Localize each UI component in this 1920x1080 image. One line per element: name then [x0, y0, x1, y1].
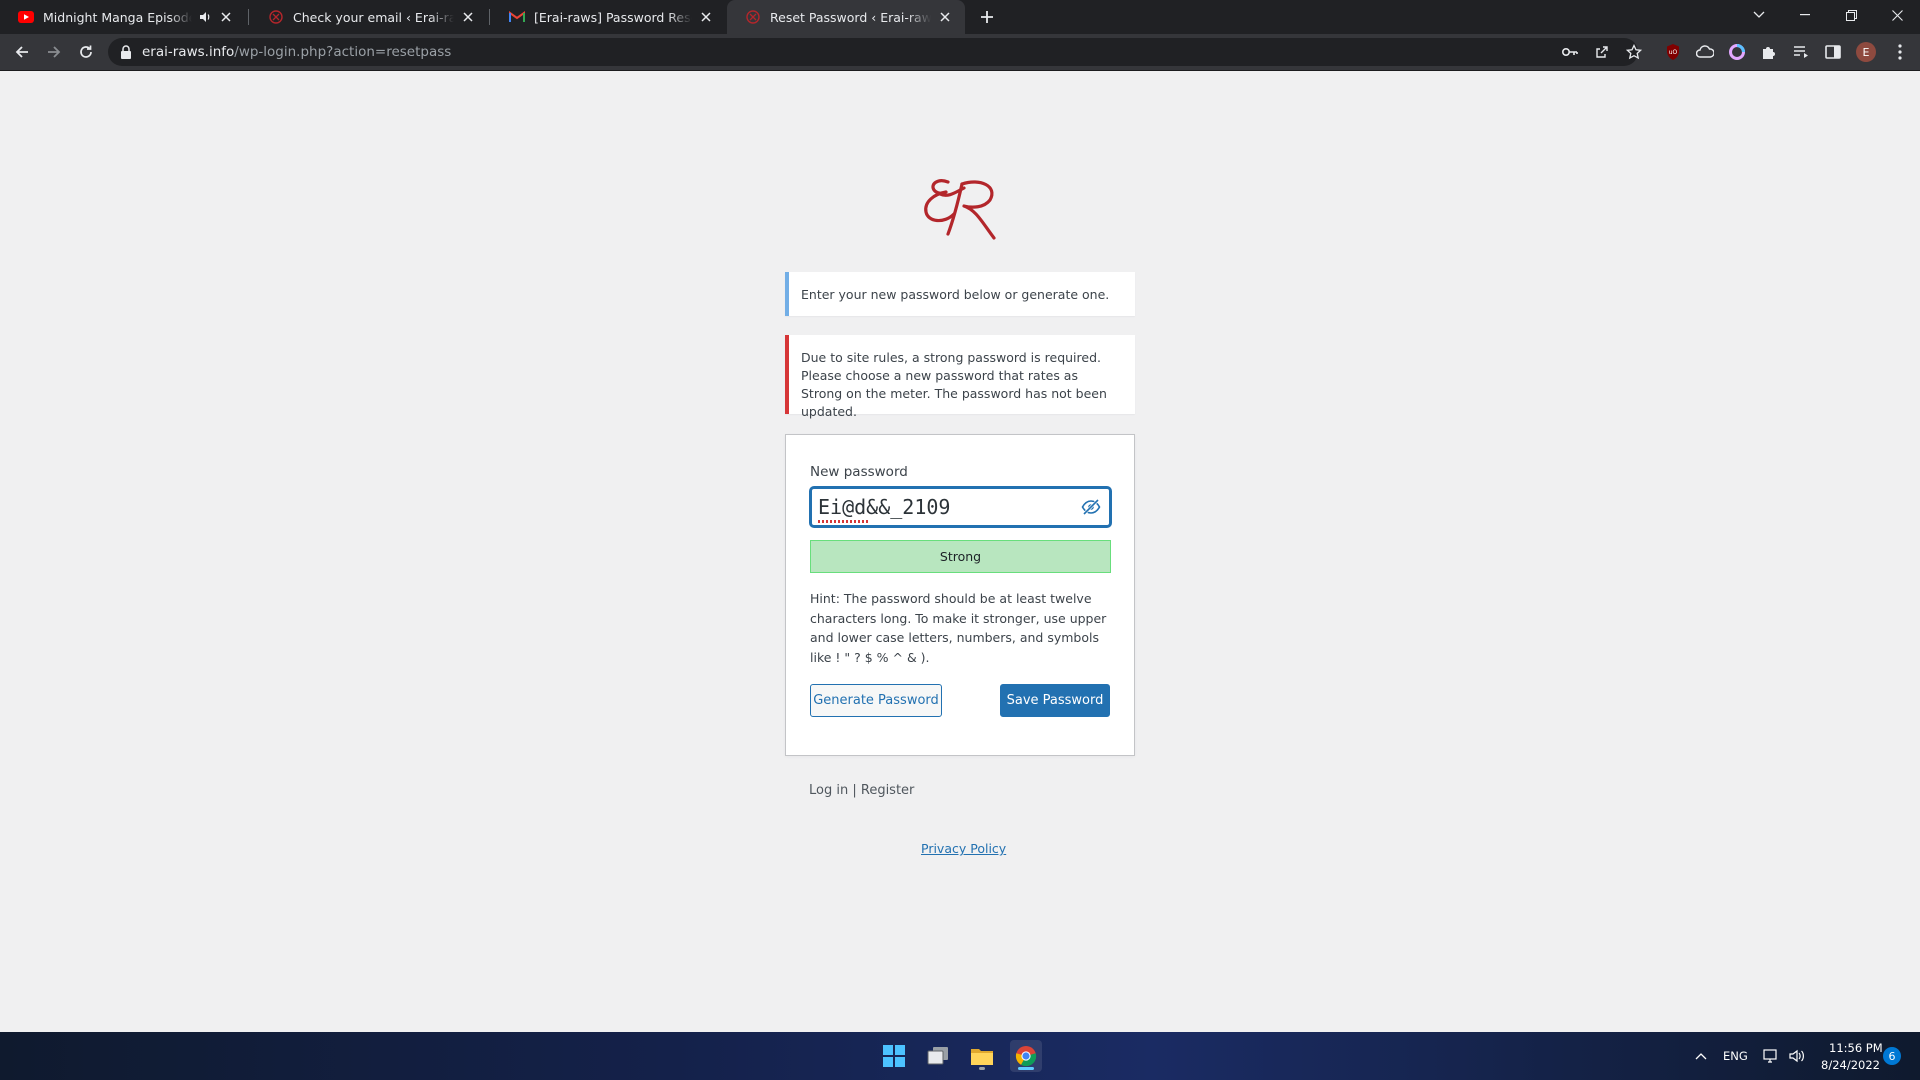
running-indicator	[1018, 1067, 1034, 1070]
reload-icon	[80, 45, 92, 58]
close-window-button[interactable]	[1874, 0, 1920, 30]
browser-toolbar: erai-raws.info/wp-login.php?action=reset…	[0, 34, 1920, 70]
forward-button[interactable]	[42, 40, 66, 64]
erai-raws-icon	[745, 9, 761, 25]
info-notice-text: Enter your new password below or generat…	[801, 287, 1110, 302]
new-password-input[interactable]: Ei@d&&_2109	[810, 487, 1111, 527]
login-register-links: Log in | Register	[809, 783, 914, 798]
info-notice: Enter your new password below or generat…	[785, 272, 1135, 316]
language-indicator[interactable]: ENG	[1723, 1049, 1748, 1063]
lock-icon[interactable]	[120, 45, 132, 59]
restore-button[interactable]	[1828, 0, 1874, 30]
cloud-extension-icon[interactable]	[1696, 43, 1714, 61]
tab-youtube[interactable]: Midnight Manga Episode 1||	[0, 0, 246, 34]
error-notice-text: Due to site rules, a strong password is …	[801, 350, 1107, 419]
privacy-policy-link[interactable]: Privacy Policy	[921, 841, 1006, 856]
save-password-button[interactable]: Save Password	[1000, 684, 1110, 717]
speaker-icon[interactable]	[198, 10, 212, 24]
notification-badge[interactable]: 6	[1883, 1047, 1901, 1065]
bookmark-star-icon[interactable]	[1626, 44, 1642, 60]
share-icon[interactable]	[1594, 44, 1610, 60]
windows-taskbar: ENG 11:56 PM 8/24/2022	[0, 1032, 1920, 1080]
arrow-left-icon	[15, 46, 28, 58]
kebab-menu-icon[interactable]	[1890, 42, 1910, 62]
close-icon	[1891, 9, 1903, 21]
profile-avatar[interactable]: E	[1856, 42, 1876, 62]
svg-text:uO: uO	[1669, 49, 1678, 56]
tab-search-button[interactable]	[1736, 0, 1782, 30]
url-path: /wp-login.php?action=resetpass	[234, 44, 452, 60]
close-tab-icon[interactable]	[698, 9, 714, 25]
new-tab-button[interactable]	[975, 5, 999, 29]
reset-password-form: New password Ei@d&&_2109 Strong Hint: Th…	[785, 434, 1135, 756]
tab-title: Reset Password ‹ Erai-raws — Wo	[770, 9, 931, 25]
address-bar[interactable]: erai-raws.info/wp-login.php?action=reset…	[108, 38, 1642, 66]
ublock-extension-icon[interactable]: uO	[1664, 43, 1682, 61]
close-tab-icon[interactable]	[937, 9, 953, 25]
generate-password-button[interactable]: Generate Password	[810, 684, 942, 717]
link-separator: |	[852, 783, 857, 798]
gmail-icon	[509, 9, 525, 25]
tab-title: Check your email ‹ Erai-raws — W	[293, 9, 454, 25]
arrow-right-icon	[48, 46, 61, 58]
url-text[interactable]: erai-raws.info/wp-login.php?action=reset…	[142, 44, 451, 60]
spellcheck-underline	[818, 520, 868, 523]
tab-check-email[interactable]: Check your email ‹ Erai-raws — W	[250, 0, 488, 34]
key-icon[interactable]	[1562, 44, 1578, 60]
color-extension-icon[interactable]	[1728, 43, 1746, 61]
toolbar-divider	[0, 70, 1920, 71]
media-queue-icon[interactable]	[1792, 43, 1810, 61]
error-notice: Due to site rules, a strong password is …	[785, 335, 1135, 419]
chrome-icon[interactable]	[1010, 1040, 1042, 1072]
chevron-down-icon	[1753, 11, 1765, 18]
new-password-label: New password	[810, 464, 908, 480]
puzzle-icon[interactable]	[1760, 43, 1778, 61]
clock-time[interactable]: 11:56 PM	[1829, 1041, 1883, 1055]
plus-icon	[981, 11, 993, 23]
password-value: Ei@d&&_2109	[818, 495, 951, 519]
hide-password-icon[interactable]	[1081, 498, 1101, 516]
task-view-icon[interactable]	[922, 1040, 954, 1072]
reload-button[interactable]	[74, 40, 98, 64]
close-tab-icon[interactable]	[218, 9, 234, 25]
back-button[interactable]	[10, 40, 34, 64]
file-explorer-icon[interactable]	[966, 1040, 998, 1072]
tab-reset-password[interactable]: Reset Password ‹ Erai-raws — Wo	[727, 0, 965, 34]
tab-title: Midnight Manga Episode 1||	[43, 9, 192, 25]
tab-separator	[248, 9, 249, 25]
tab-strip: Midnight Manga Episode 1|| Check your em…	[0, 0, 1920, 34]
side-panel-icon[interactable]	[1824, 43, 1842, 61]
password-hint: Hint: The password should be at least tw…	[810, 591, 1107, 665]
restore-icon	[1845, 9, 1857, 21]
network-icon[interactable]	[1762, 1048, 1780, 1064]
minimize-icon	[1800, 14, 1810, 16]
close-tab-icon[interactable]	[460, 9, 476, 25]
tab-gmail[interactable]: [Erai-raws] Password Reset - eiad	[491, 0, 726, 34]
erai-raws-icon	[268, 9, 284, 25]
volume-icon[interactable]	[1788, 1048, 1806, 1064]
tab-separator	[489, 9, 490, 25]
youtube-icon	[18, 9, 34, 25]
password-strength-meter: Strong	[810, 540, 1111, 573]
start-icon[interactable]	[878, 1040, 910, 1072]
log-in-link[interactable]: Log in	[809, 783, 848, 798]
running-indicator	[979, 1067, 985, 1070]
tab-title: [Erai-raws] Password Reset - eiad	[534, 9, 692, 25]
minimize-button[interactable]	[1782, 0, 1828, 30]
erai-raws-logo[interactable]	[918, 172, 1002, 242]
register-link[interactable]: Register	[861, 783, 915, 798]
clock-date[interactable]: 8/24/2022	[1821, 1058, 1880, 1072]
url-host: erai-raws.info	[142, 44, 235, 60]
chevron-up-icon[interactable]	[1692, 1048, 1710, 1064]
